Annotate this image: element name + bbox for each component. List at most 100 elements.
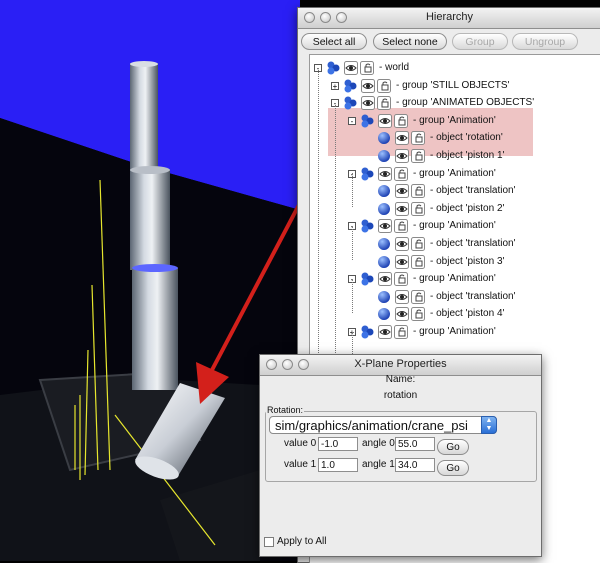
- tree-row-label: - object 'translation': [430, 238, 516, 249]
- visibility-eye-icon[interactable]: [378, 166, 392, 181]
- lock-icon[interactable]: [394, 113, 408, 128]
- properties-titlebar[interactable]: X-Plane Properties: [260, 355, 541, 376]
- tree-row-label: - world: [379, 62, 410, 73]
- value0-field[interactable]: -1.0: [318, 437, 358, 451]
- tree-row[interactable]: -- group 'Animation': [310, 218, 600, 234]
- select-all-button[interactable]: Select all: [301, 33, 367, 50]
- visibility-eye-icon[interactable]: [344, 61, 358, 75]
- tree-row[interactable]: -- group 'ANIMATED OBJECTS': [310, 95, 600, 111]
- value0-label: value 0: [284, 438, 317, 449]
- visibility-eye-icon[interactable]: [395, 184, 409, 199]
- object-icon: [377, 149, 391, 163]
- visibility-eye-icon[interactable]: [361, 96, 375, 111]
- tree-row[interactable]: - object 'piston 3': [310, 254, 600, 270]
- angle0-field[interactable]: 55.0: [395, 437, 435, 451]
- lock-icon[interactable]: [411, 184, 425, 199]
- group-icon: [360, 219, 374, 233]
- tree-row-label: - object 'piston 3': [430, 255, 505, 267]
- angle0-label: angle 0: [362, 438, 395, 449]
- tree-connector: [352, 279, 353, 313]
- tree-row[interactable]: - object 'translation': [310, 289, 600, 305]
- lock-icon[interactable]: [394, 166, 408, 181]
- lock-icon[interactable]: [394, 272, 408, 287]
- visibility-eye-icon[interactable]: [378, 219, 392, 234]
- object-icon: [377, 202, 391, 216]
- name-value: rotation: [383, 390, 418, 401]
- group-button[interactable]: Group: [452, 33, 508, 50]
- tree-row[interactable]: - - group 'Animation': [310, 113, 600, 129]
- tree-row-label: - object 'piston 2': [430, 202, 505, 214]
- visibility-eye-icon[interactable]: [378, 272, 392, 287]
- tree-row[interactable]: - object 'translation': [310, 183, 600, 199]
- lock-icon[interactable]: [411, 289, 425, 304]
- ungroup-button[interactable]: Ungroup: [512, 33, 578, 50]
- tree-row[interactable]: -- group 'Animation': [310, 166, 600, 182]
- object-icon: [377, 237, 391, 251]
- rotation-label: Rotation:: [266, 405, 305, 415]
- tree-row[interactable]: - object 'translation': [310, 236, 600, 252]
- visibility-eye-icon[interactable]: [361, 78, 375, 93]
- lock-icon[interactable]: [411, 237, 425, 251]
- lock-icon[interactable]: [377, 78, 391, 93]
- tree-connector: [352, 226, 353, 260]
- tree-row[interactable]: - object 'rotation': [310, 130, 600, 146]
- apply-to-all-label: Apply to All: [277, 536, 327, 547]
- tree-row-label: - group 'Animation': [413, 273, 496, 285]
- visibility-eye-icon[interactable]: [395, 307, 409, 322]
- xplane-properties-window: X-Plane Properties Name: rotation Rotati…: [259, 354, 542, 557]
- lock-icon[interactable]: [411, 149, 425, 163]
- hierarchy-toolbar: Select all Select none Group Ungroup: [298, 29, 600, 55]
- apply-to-all-checkbox[interactable]: [264, 537, 274, 547]
- lock-icon[interactable]: [377, 96, 391, 111]
- tree-connector: [352, 173, 353, 207]
- visibility-eye-icon[interactable]: [395, 131, 409, 146]
- lock-icon[interactable]: [411, 254, 425, 269]
- group-icon: [360, 167, 374, 181]
- visibility-eye-icon[interactable]: [378, 325, 392, 339]
- visibility-eye-icon[interactable]: [395, 149, 409, 163]
- tree-connector: [335, 105, 336, 385]
- tree-row[interactable]: -- group 'Animation': [310, 271, 600, 287]
- hierarchy-titlebar[interactable]: Hierarchy: [298, 8, 600, 29]
- tree-row-label: - group 'ANIMATED OBJECTS': [396, 97, 535, 109]
- angle1-field[interactable]: 34.0: [395, 458, 435, 472]
- tree-row[interactable]: - object 'piston 2': [310, 201, 600, 217]
- tree-row-label: - object 'rotation': [430, 132, 503, 144]
- tree-row[interactable]: + - group 'Animation': [310, 324, 600, 340]
- visibility-eye-icon[interactable]: [395, 254, 409, 269]
- visibility-eye-icon[interactable]: [395, 201, 409, 216]
- value1-field[interactable]: 1.0: [318, 458, 358, 472]
- object-icon: [377, 307, 391, 321]
- tree-row[interactable]: - object 'piston 4': [310, 306, 600, 322]
- go-button-1[interactable]: Go: [437, 460, 469, 476]
- value1-label: value 1: [284, 459, 317, 470]
- object-icon: [377, 131, 391, 145]
- visibility-eye-icon[interactable]: [378, 113, 392, 128]
- collapse-toggle-icon[interactable]: -: [348, 116, 356, 125]
- lock-icon[interactable]: [411, 131, 425, 146]
- visibility-eye-icon[interactable]: [395, 237, 409, 251]
- tree-row-label: - group 'Animation': [413, 114, 496, 126]
- tree-connector: [318, 68, 319, 395]
- tree-row[interactable]: + - group 'STILL OBJECTS': [310, 78, 600, 94]
- lock-icon[interactable]: [411, 201, 425, 216]
- group-icon: [360, 325, 374, 339]
- tree-row-label: - group 'Animation': [413, 326, 496, 337]
- tree-row-label: - object 'piston 1': [430, 150, 505, 161]
- window-title: Hierarchy: [425, 11, 474, 23]
- object-icon: [377, 290, 391, 304]
- go-button-0[interactable]: Go: [437, 439, 469, 455]
- lock-icon[interactable]: [360, 61, 374, 75]
- lock-icon[interactable]: [394, 325, 408, 339]
- expand-toggle-icon[interactable]: +: [331, 81, 339, 90]
- lock-icon[interactable]: [411, 307, 425, 322]
- tree-row-label: - object 'translation': [430, 290, 516, 302]
- object-icon: [377, 255, 391, 269]
- dataref-popup[interactable]: sim/graphics/animation/crane_psi ▲ ▼: [269, 416, 497, 434]
- tree-row[interactable]: -- world: [310, 60, 600, 76]
- select-none-button[interactable]: Select none: [373, 33, 447, 50]
- visibility-eye-icon[interactable]: [395, 289, 409, 304]
- angle1-label: angle 1: [362, 459, 395, 470]
- tree-row[interactable]: - object 'piston 1': [310, 148, 600, 164]
- lock-icon[interactable]: [394, 219, 408, 234]
